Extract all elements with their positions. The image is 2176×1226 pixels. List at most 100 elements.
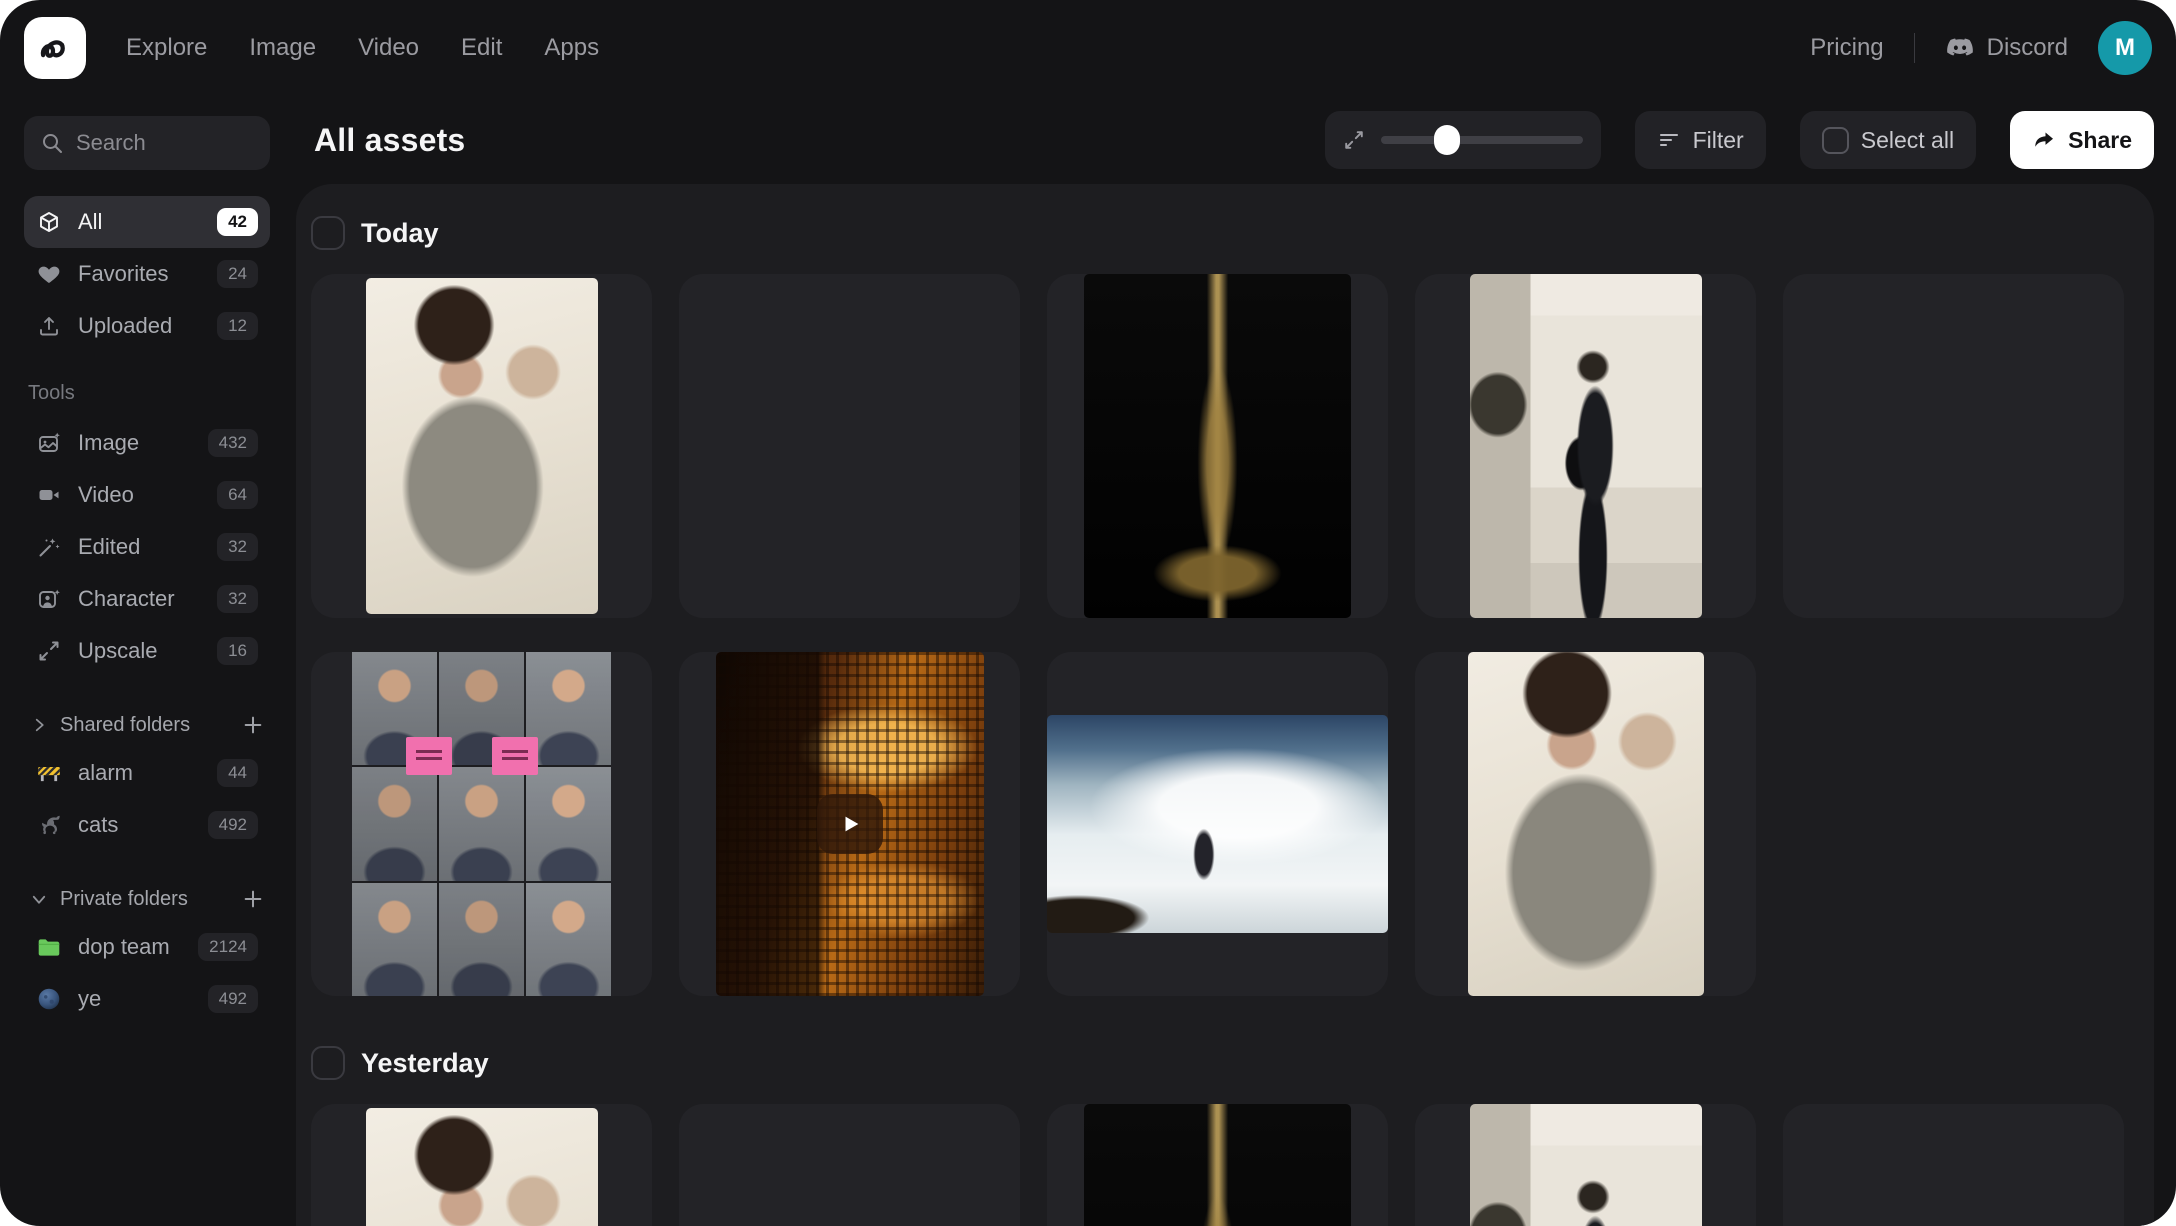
shared-folders-header[interactable]: Shared folders	[24, 703, 270, 747]
bed-selfie-thumbnail	[366, 278, 598, 614]
sidebar: All 42 Favorites 24 Uploaded	[0, 96, 292, 1226]
bed-selfie-thumbnail	[366, 1108, 598, 1226]
filter-button[interactable]: Filter	[1635, 111, 1766, 169]
asset-card-bed-selfie[interactable]	[311, 274, 652, 618]
main-header: All assets	[292, 96, 2154, 184]
pricing-link[interactable]: Pricing	[1810, 34, 1883, 62]
nav-edit[interactable]: Edit	[461, 34, 502, 62]
asset-card-city-skyline[interactable]	[679, 1104, 1020, 1226]
add-shared-folder-button[interactable]	[242, 714, 264, 736]
asset-card-city-skyline[interactable]	[679, 274, 1020, 618]
app-logo[interactable]	[24, 17, 86, 79]
size-slider[interactable]	[1381, 136, 1583, 144]
folder-item-label: alarm	[78, 760, 201, 786]
play-button[interactable]	[817, 794, 883, 854]
kitchen-suit-thumbnail	[1470, 274, 1702, 618]
private-folders-label: Private folders	[60, 888, 230, 911]
folder-item-label: cats	[78, 812, 192, 838]
city-skyline-thumbnail	[679, 1206, 1020, 1226]
folder-item-ye[interactable]: ye 492	[24, 973, 270, 1025]
sidebar-item-label: Favorites	[78, 261, 201, 287]
chevron-down-icon	[30, 890, 48, 908]
sidebar-item-label: Upscale	[78, 638, 201, 664]
asset-card-kitchen-suit[interactable]	[1415, 1104, 1756, 1226]
count-badge: 24	[217, 260, 258, 288]
discord-link[interactable]: Discord	[1945, 33, 2068, 63]
count-badge: 32	[217, 585, 258, 613]
sidebar-item-favorites[interactable]: Favorites 24	[24, 248, 270, 300]
share-button[interactable]: Share	[2010, 111, 2154, 169]
assets-panel: Today Yesterday	[296, 184, 2154, 1226]
sidebar-item-edited[interactable]: Edited 32	[24, 521, 270, 573]
shared-folders-label: Shared folders	[60, 714, 230, 737]
asset-card-orange-facade[interactable]	[679, 652, 1020, 996]
size-slider-thumb[interactable]	[1434, 125, 1460, 155]
nav-explore[interactable]: Explore	[126, 34, 207, 62]
avatar-initial: M	[2115, 34, 2135, 62]
section-header: Yesterday	[311, 1046, 2126, 1080]
count-badge: 64	[217, 481, 258, 509]
add-private-folder-button[interactable]	[242, 888, 264, 910]
count-badge: 12	[217, 312, 258, 340]
sidebar-item-label: Character	[78, 586, 201, 612]
cat-icon	[36, 812, 62, 838]
play-icon	[840, 813, 862, 835]
select-all-button[interactable]: Select all	[1800, 111, 1976, 169]
tools-section-label: Tools	[28, 382, 270, 405]
asset-card-kitchen-suit[interactable]	[1415, 274, 1756, 618]
section-label: Yesterday	[361, 1048, 489, 1079]
select-all-checkbox[interactable]	[1822, 127, 1849, 154]
folder-item-dop-team[interactable]: dop team 2124	[24, 921, 270, 973]
headshot-cell	[439, 883, 524, 996]
count-badge: 32	[217, 533, 258, 561]
discord-icon	[1945, 33, 1975, 63]
headshot-cell	[526, 883, 611, 996]
sidebar-item-label: All	[78, 209, 201, 235]
sidebar-item-all[interactable]: All 42	[24, 196, 270, 248]
asset-card-bed-selfie-2[interactable]	[1415, 652, 1756, 996]
sidebar-item-upscale[interactable]: Upscale 16	[24, 625, 270, 677]
sidebar-item-image[interactable]: Image 432	[24, 417, 270, 469]
nav-apps[interactable]: Apps	[544, 34, 599, 62]
tea-ceremony-thumbnail	[1837, 1104, 2070, 1226]
private-folders-header[interactable]: Private folders	[24, 877, 270, 921]
folder-item-cats[interactable]: cats 492	[24, 799, 270, 851]
search-input[interactable]	[76, 130, 254, 156]
night-tower-thumbnail	[1084, 1104, 1351, 1226]
main-area: All assets	[292, 96, 2176, 1226]
folder-item-label: ye	[78, 986, 192, 1012]
sidebar-item-label: Edited	[78, 534, 201, 560]
asset-card-headshot-grid[interactable]	[311, 652, 652, 996]
asset-card-night-tower[interactable]	[1047, 274, 1388, 618]
asset-card-tea-ceremony[interactable]	[1783, 274, 2124, 618]
section-select-checkbox[interactable]	[311, 216, 345, 250]
asset-card-bed-selfie[interactable]	[311, 1104, 652, 1226]
sidebar-item-label: Uploaded	[78, 313, 201, 339]
nav-image[interactable]: Image	[249, 34, 316, 62]
section-header: Today	[311, 216, 2126, 250]
folder-item-alarm[interactable]: alarm 44	[24, 747, 270, 799]
pink-note-tag	[492, 737, 538, 775]
thumbnail-size-control	[1325, 111, 1601, 169]
wand-icon	[36, 534, 62, 560]
asset-card-tea-ceremony[interactable]	[1783, 1104, 2124, 1226]
filter-icon	[1657, 128, 1681, 152]
folder-item-label: dop team	[78, 934, 182, 960]
app-window: Explore Image Video Edit Apps Pricing Di…	[0, 0, 2176, 1226]
sidebar-item-character[interactable]: Character 32	[24, 573, 270, 625]
filter-label: Filter	[1693, 127, 1744, 154]
count-badge: 44	[217, 759, 258, 787]
section-select-checkbox[interactable]	[311, 1046, 345, 1080]
barrier-icon	[36, 760, 62, 786]
user-avatar[interactable]: M	[2098, 21, 2152, 75]
sidebar-item-video[interactable]: Video 64	[24, 469, 270, 521]
asset-card-ocean-wave[interactable]	[1047, 652, 1388, 996]
discord-label: Discord	[1987, 34, 2068, 62]
asset-card-night-tower[interactable]	[1047, 1104, 1388, 1226]
blue-sphere-icon	[36, 986, 62, 1012]
headshot-cell	[352, 883, 437, 996]
nav-video[interactable]: Video	[358, 34, 419, 62]
search-box[interactable]	[24, 116, 270, 170]
share-label: Share	[2068, 127, 2132, 154]
sidebar-item-uploaded[interactable]: Uploaded 12	[24, 300, 270, 352]
